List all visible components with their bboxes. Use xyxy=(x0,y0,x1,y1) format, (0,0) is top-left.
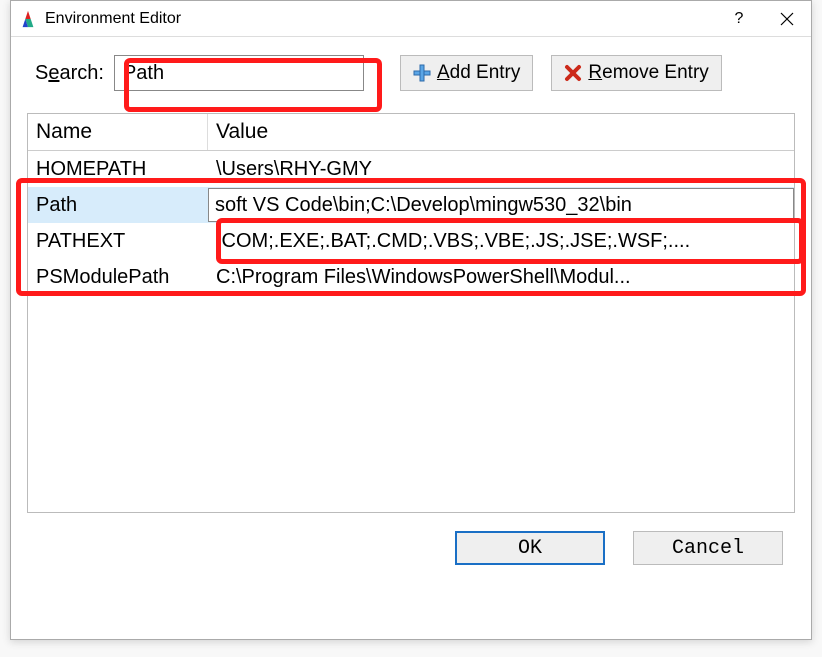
cell-name: PATHEXT xyxy=(28,230,208,253)
cell-value: C:\Program Files\WindowsPowerShell\Modul… xyxy=(208,266,794,289)
dialog-buttons: OK Cancel xyxy=(11,513,811,565)
table-row[interactable]: Path xyxy=(28,187,794,223)
table-row[interactable]: HOMEPATH \Users\RHY-GMY xyxy=(28,151,794,187)
add-entry-button[interactable]: Add Entry xyxy=(400,55,533,91)
search-input[interactable] xyxy=(114,55,364,91)
app-icon xyxy=(19,10,37,28)
column-header-name[interactable]: Name xyxy=(28,114,208,150)
search-label: Search: xyxy=(35,62,104,85)
plus-icon xyxy=(413,64,431,82)
environment-editor-dialog: Environment Editor ? Search: Add Entry R… xyxy=(10,0,812,640)
close-icon xyxy=(780,12,794,26)
window-title: Environment Editor xyxy=(45,10,181,28)
remove-entry-button[interactable]: Remove Entry xyxy=(551,55,721,91)
ok-button[interactable]: OK xyxy=(455,531,605,565)
cell-name: HOMEPATH xyxy=(28,158,208,181)
table-row[interactable]: PATHEXT .COM;.EXE;.BAT;.CMD;.VBS;.VBE;.J… xyxy=(28,223,794,259)
cell-value: .COM;.EXE;.BAT;.CMD;.VBS;.VBE;.JS;.JSE;.… xyxy=(208,230,794,253)
close-button[interactable] xyxy=(763,1,811,37)
table-row[interactable]: PSModulePath C:\Program Files\WindowsPow… xyxy=(28,259,794,295)
env-table: Name Value HOMEPATH \Users\RHY-GMY Path … xyxy=(27,113,795,513)
cell-value xyxy=(208,188,794,222)
column-header-value[interactable]: Value xyxy=(208,114,794,150)
value-edit-input[interactable] xyxy=(208,188,794,222)
help-button[interactable]: ? xyxy=(715,1,763,37)
titlebar: Environment Editor ? xyxy=(11,1,811,37)
cancel-button[interactable]: Cancel xyxy=(633,531,783,565)
cell-name: Path xyxy=(28,194,208,217)
x-icon xyxy=(564,64,582,82)
cell-name: PSModulePath xyxy=(28,266,208,289)
cell-value: \Users\RHY-GMY xyxy=(208,158,794,181)
search-row: Search: Add Entry Remove Entry xyxy=(11,37,811,101)
table-header: Name Value xyxy=(28,114,794,151)
